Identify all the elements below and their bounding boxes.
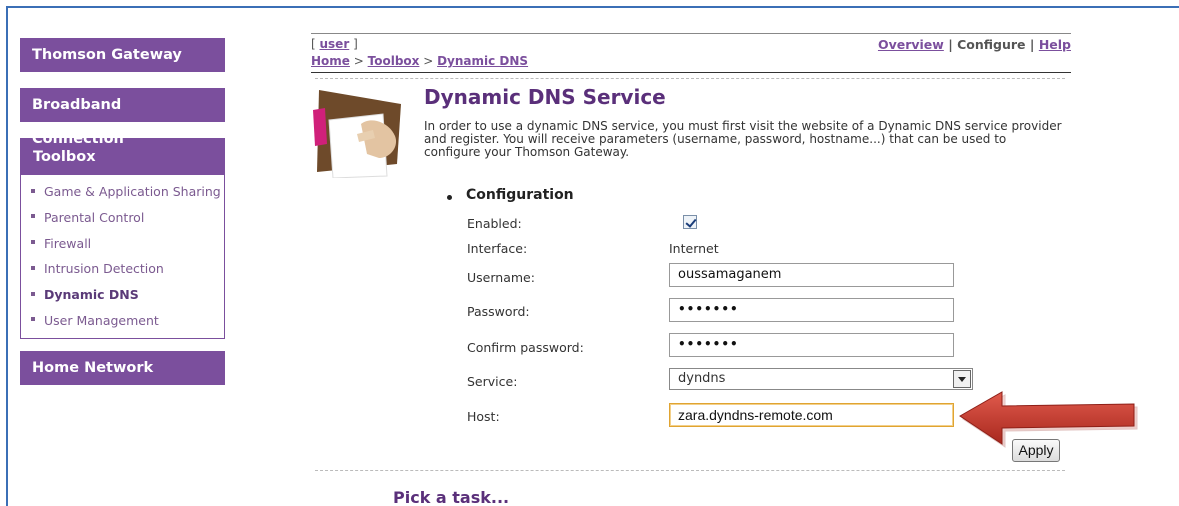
- bullet-icon: [31, 265, 35, 270]
- breadcrumb-home[interactable]: Home: [311, 54, 350, 68]
- enabled-label: Enabled:: [467, 216, 522, 231]
- breadcrumb: Home > Toolbox > Dynamic DNS: [311, 54, 528, 68]
- sidebar-item-label: Game & Application Sharing: [44, 184, 221, 199]
- bullet-icon: [31, 240, 35, 245]
- confirm-password-field[interactable]: •••••••: [669, 333, 954, 357]
- host-field[interactable]: zara.dyndns-remote.com: [669, 403, 954, 427]
- sidebar-item-user-management[interactable]: User Management: [21, 308, 224, 334]
- section-bullet-icon: [447, 195, 452, 200]
- header-dashed-divider: [315, 78, 1065, 79]
- user-indicator: [ user ]: [311, 37, 358, 51]
- top-nav: Overview | Configure | Help: [878, 37, 1071, 52]
- footer-dashed-divider: [315, 470, 1065, 471]
- confirm-password-label: Confirm password:: [467, 340, 584, 355]
- nav-overview-link[interactable]: Overview: [878, 37, 944, 52]
- interface-label: Interface:: [467, 241, 528, 256]
- frame-border-left: [6, 6, 8, 506]
- sidebar-item-label: Intrusion Detection: [44, 261, 164, 277]
- nav-help-link[interactable]: Help: [1039, 37, 1071, 52]
- service-selected-value: dyndns: [678, 371, 726, 386]
- section-title-configuration: Configuration: [466, 187, 574, 203]
- sidebar-item-label: Parental Control: [44, 209, 145, 225]
- username-field[interactable]: oussamaganem: [669, 263, 954, 287]
- password-label: Password:: [467, 304, 530, 319]
- nav-configure: Configure: [957, 37, 1026, 52]
- service-label: Service:: [467, 374, 518, 389]
- username-label: Username:: [467, 270, 535, 285]
- apply-button[interactable]: Apply: [1012, 439, 1060, 462]
- bullet-icon: [31, 317, 35, 322]
- sidebar-item-parental-control[interactable]: Parental Control: [21, 205, 224, 231]
- sidebar-item-label: Firewall: [44, 235, 92, 251]
- sidebar-section-home-network[interactable]: Home Network: [20, 350, 225, 385]
- sidebar-item-label: Dynamic DNS: [44, 287, 139, 303]
- sidebar-item-dynamic-dns[interactable]: Dynamic DNS: [21, 282, 224, 308]
- breadcrumb-dynamic-dns[interactable]: Dynamic DNS: [437, 54, 528, 68]
- bullet-icon: [31, 188, 35, 193]
- enabled-checkbox[interactable]: [683, 215, 697, 229]
- user-link[interactable]: user: [320, 37, 350, 51]
- page-description: In order to use a dynamic DNS service, y…: [424, 119, 1062, 159]
- password-field[interactable]: •••••••: [669, 298, 954, 322]
- sidebar: Thomson Gateway Broadband Connection Too…: [20, 38, 225, 401]
- bracket-close: ]: [349, 37, 358, 51]
- bullet-icon: [31, 214, 35, 219]
- nav-sep: |: [1025, 37, 1039, 52]
- sidebar-section-broadband-connection[interactable]: Broadband Connection: [20, 88, 225, 147]
- host-label: Host:: [467, 409, 500, 424]
- service-select[interactable]: dyndns: [669, 368, 973, 390]
- sidebar-item-game-application-sharing[interactable]: Game & Application Sharing: [21, 179, 224, 205]
- sidebar-section-thomson-gateway[interactable]: Thomson Gateway: [20, 38, 225, 72]
- header-divider: [311, 72, 1071, 73]
- sidebar-group-toolbox: Toolbox Game & Application Sharing Paren…: [20, 138, 225, 339]
- breadcrumb-toolbox[interactable]: Toolbox: [368, 54, 420, 68]
- sidebar-item-intrusion-detection[interactable]: Intrusion Detection: [21, 256, 224, 282]
- chevron-down-icon[interactable]: [953, 370, 971, 388]
- page-title: Dynamic DNS Service: [424, 85, 666, 109]
- pick-a-task-heading: Pick a task...: [393, 488, 510, 506]
- dynamic-dns-illustration: [313, 90, 401, 178]
- frame-border-top: [6, 6, 1179, 8]
- sidebar-item-firewall[interactable]: Firewall: [21, 231, 224, 257]
- interface-value: Internet: [669, 241, 719, 256]
- bullet-icon: [31, 291, 35, 296]
- nav-sep: |: [943, 37, 958, 52]
- breadcrumb-sep: >: [419, 54, 438, 68]
- page-header: [ user ] Home > Toolbox > Dynamic DNS Ov…: [311, 33, 1071, 68]
- bracket-open: [: [311, 37, 320, 51]
- breadcrumb-sep: >: [349, 54, 368, 68]
- sidebar-item-label: User Management: [44, 312, 159, 328]
- toolbox-menu: Game & Application Sharing Parental Cont…: [21, 175, 224, 338]
